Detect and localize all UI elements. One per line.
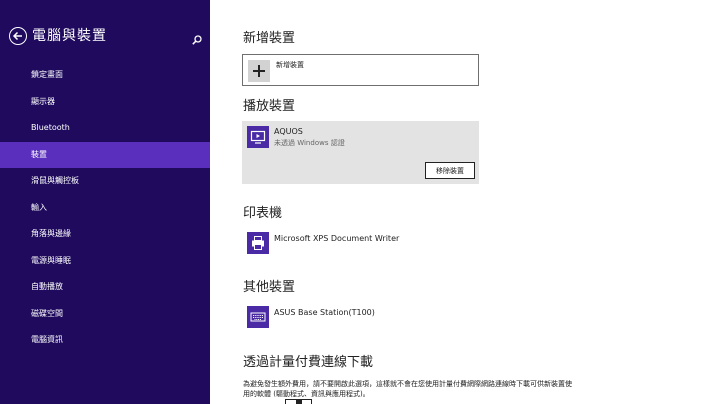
add-device-label: 新增裝置	[276, 61, 304, 69]
sidebar-nav: 鎖定畫面 顯示器 Bluetooth 裝置 滑鼠與觸控板 輸入 角落與邊緣 電源…	[0, 62, 210, 354]
main-content: 新增裝置 新增裝置 播放裝置 AQUOS 未透過 Windows 認證 移除裝置…	[210, 0, 720, 404]
add-device-button[interactable]: 新增裝置	[242, 54, 479, 86]
sidebar-item-lock-screen[interactable]: 鎖定畫面	[0, 62, 210, 89]
plus-icon	[248, 60, 270, 82]
sidebar-item-autoplay[interactable]: 自動播放	[0, 274, 210, 301]
sidebar-item-mouse-touchpad[interactable]: 滑鼠與觸控板	[0, 168, 210, 195]
sidebar-item-corners-edges[interactable]: 角落與邊緣	[0, 221, 210, 248]
sidebar-item-typing[interactable]: 輸入	[0, 195, 210, 222]
playback-devices-heading: 播放裝置	[243, 99, 296, 114]
device-status: 未透過 Windows 認證	[274, 139, 345, 147]
remove-device-button[interactable]: 移除裝置	[425, 162, 475, 179]
device-item-aquos[interactable]: AQUOS 未透過 Windows 認證 移除裝置	[242, 121, 479, 184]
sidebar-item-display[interactable]: 顯示器	[0, 89, 210, 116]
device-item-xps-writer[interactable]: Microsoft XPS Document Writer	[242, 229, 479, 259]
printer-icon	[247, 232, 269, 254]
sidebar-header: 電腦與裝置	[0, 22, 210, 52]
other-devices-heading: 其他裝置	[243, 280, 296, 295]
sidebar-item-disk-space[interactable]: 磁碟空間	[0, 301, 210, 328]
device-name: ASUS Base Station(T100)	[274, 308, 375, 317]
toggle-knob	[296, 399, 302, 404]
device-name: Microsoft XPS Document Writer	[274, 234, 400, 243]
sidebar-item-pc-info[interactable]: 電腦資訊	[0, 327, 210, 354]
search-icon[interactable]	[191, 31, 203, 45]
printers-heading: 印表機	[243, 206, 283, 221]
back-arrow-icon[interactable]	[9, 27, 27, 45]
display-device-icon	[247, 126, 269, 148]
device-name: AQUOS	[274, 127, 303, 136]
sidebar-item-devices[interactable]: 裝置	[0, 141, 210, 168]
sidebar-item-bluetooth[interactable]: Bluetooth	[0, 115, 210, 142]
device-item-asus-base-station[interactable]: ASUS Base Station(T100)	[242, 303, 479, 333]
keyboard-icon	[247, 306, 269, 328]
metered-download-toggle[interactable]	[285, 399, 312, 404]
add-devices-heading: 新增裝置	[243, 31, 296, 46]
metered-download-description: 為避免發生額外費用，請不要開啟此選項，這樣就不會在您使用計量付費網際網路連線時下…	[243, 380, 572, 398]
sidebar-title: 電腦與裝置	[32, 28, 107, 44]
sidebar-item-power-sleep[interactable]: 電源與睡眠	[0, 248, 210, 275]
metered-download-heading: 透過計量付費連線下載	[243, 355, 374, 370]
sidebar: 電腦與裝置 鎖定畫面 顯示器 Bluetooth 裝置 滑鼠與觸控板 輸入 角落…	[0, 0, 210, 404]
